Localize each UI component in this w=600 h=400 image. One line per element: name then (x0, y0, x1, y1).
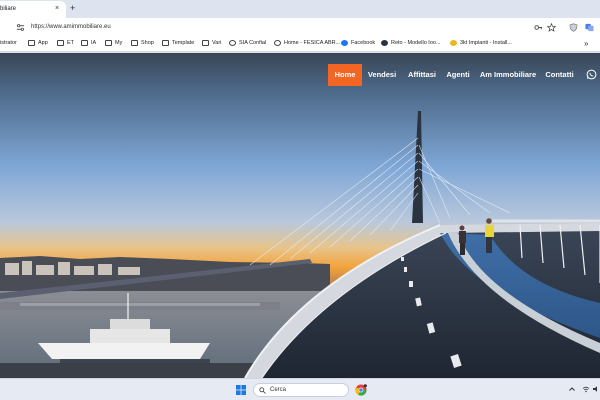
site-icon (381, 40, 388, 46)
folder-icon (162, 40, 169, 46)
search-placeholder: Cerca (270, 387, 287, 393)
bookmark-fesica[interactable]: Home - FESICA ABR... (274, 40, 340, 46)
taskbar: Cerca (0, 378, 600, 400)
chrome-app-icon[interactable] (355, 384, 367, 396)
bookmarks-bar: istrator App ET IA My Shop Template Vari… (0, 38, 600, 52)
bookmark-label: Template (172, 40, 195, 46)
translate-icon[interactable] (585, 23, 594, 32)
bookmark-folder-my[interactable]: My (105, 40, 122, 46)
folder-icon (57, 40, 64, 46)
browser-tab[interactable]: biliare × (0, 1, 66, 18)
tray-chevron-up-icon[interactable] (568, 385, 576, 393)
bookmark-label: Facebook (351, 40, 376, 46)
bookmark-item[interactable]: istrator (0, 40, 17, 46)
site-settings-icon[interactable] (16, 23, 25, 32)
nav-home[interactable]: Home (328, 64, 362, 86)
search-icon (259, 387, 266, 394)
extension-shield-icon[interactable] (569, 23, 578, 32)
url-input[interactable]: https://www.amimmobiliare.eu (31, 24, 111, 30)
nav-agenti[interactable]: Agenti (444, 64, 472, 86)
bookmark-folder-app[interactable]: App (28, 40, 48, 46)
bookmark-folder-template[interactable]: Template (162, 40, 194, 46)
bookmark-label: istrator (0, 40, 17, 46)
bookmark-folder-shop[interactable]: Shop (131, 40, 154, 46)
globe-icon (274, 40, 281, 46)
windows-start-icon[interactable] (236, 385, 246, 395)
web-page: Home Vendesi Affittasi Agenti Am Immobil… (0, 53, 600, 378)
bookmark-sia-confial[interactable]: SIA Confial (229, 40, 266, 46)
bookmark-star-icon[interactable] (547, 23, 556, 32)
tab-close-button[interactable]: × (55, 5, 59, 12)
new-tab-button[interactable]: + (70, 3, 75, 13)
bookmark-label: App (38, 40, 48, 46)
bookmark-label: ET (67, 40, 75, 46)
bookmark-label: SIA Confial (239, 40, 267, 46)
folder-icon (105, 40, 112, 46)
bookmark-folder-vari[interactable]: Vari (202, 40, 221, 46)
main-navigation: Home Vendesi Affittasi Agenti Am Immobil… (0, 64, 600, 86)
bookmark-reto[interactable]: Reto - Modello Ioo... (381, 40, 441, 46)
nav-contatti[interactable]: Contatti (543, 64, 576, 86)
password-key-icon[interactable] (534, 23, 543, 32)
bookmark-label: Home - FESICA ABR... (284, 40, 341, 46)
bookmark-label: Vari (212, 40, 222, 46)
bookmark-facebook[interactable]: Facebook (341, 40, 375, 46)
bookmark-folder-ia[interactable]: IA (81, 40, 96, 46)
bookmark-label: My (115, 40, 123, 46)
folder-icon (131, 40, 138, 46)
nav-vendesi[interactable]: Vendesi (365, 64, 399, 86)
folder-icon (81, 40, 88, 46)
bookmark-label: IA (91, 40, 97, 46)
tab-strip: biliare × + (0, 0, 600, 18)
wifi-icon[interactable] (582, 385, 590, 393)
tab-title: biliare (0, 6, 17, 12)
whatsapp-icon[interactable] (586, 69, 597, 80)
volume-icon[interactable] (592, 385, 600, 393)
bookmark-folder-et[interactable]: ET (57, 40, 74, 46)
nav-affittasi[interactable]: Affittasi (404, 64, 440, 86)
site-icon (450, 40, 457, 46)
bookmark-label: Shop (141, 40, 154, 46)
folder-icon (202, 40, 209, 46)
facebook-icon (341, 40, 348, 46)
hero-image (0, 53, 600, 378)
bookmark-label: Reto - Modello Ioo... (391, 40, 441, 46)
folder-icon (28, 40, 35, 46)
bookmark-3kt-impianti[interactable]: 3kt Impianti - Install... (450, 40, 512, 46)
taskbar-search[interactable]: Cerca (253, 383, 349, 397)
bookmark-label: 3kt Impianti - Install... (460, 40, 512, 46)
bookmarks-overflow-button[interactable]: » (584, 39, 588, 48)
nav-am-immobiliare[interactable]: Am Immobiliare (479, 64, 537, 86)
address-bar: https://www.amimmobiliare.eu (0, 18, 600, 38)
globe-icon (229, 40, 236, 46)
